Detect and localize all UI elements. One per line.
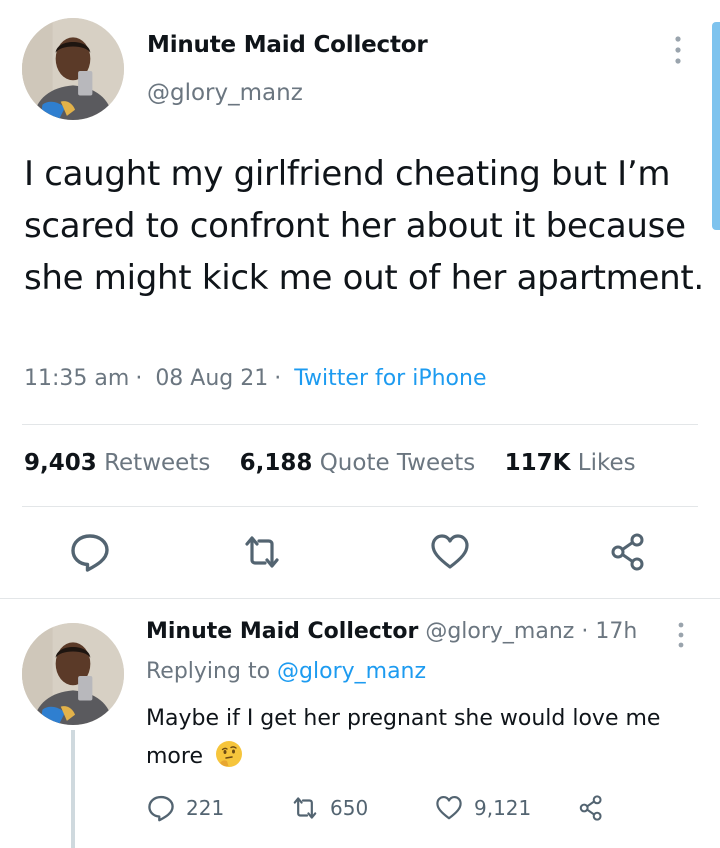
reply-retweet-action[interactable]: 650 [290,790,368,826]
quote-tweets-count[interactable]: 6,188 [240,450,313,476]
reply-share-action[interactable] [576,790,606,826]
reply-like-action[interactable]: 9,121 [434,790,531,826]
user-handle[interactable]: @glory_manz [147,80,303,106]
retweet-icon[interactable] [290,793,320,823]
reply-text: Maybe if I get her pregnant she would lo… [146,700,686,776]
tweet-date: 08 Aug 21 [155,366,269,391]
divider [0,598,720,599]
likes-label[interactable]: Likes [578,450,636,476]
reply-icon[interactable] [146,793,176,823]
more-options-icon[interactable] [668,34,688,66]
likes-count[interactable]: 117K [505,450,571,476]
meta-dot: · [274,366,282,391]
replying-to-handle[interactable]: @glory_manz [277,659,426,684]
tweet-text: I caught my girlfriend cheating but I’m … [24,154,704,298]
share-icon[interactable] [576,793,606,823]
share-icon[interactable] [606,530,650,574]
divider [22,506,698,507]
tweet-source-link[interactable]: Twitter for iPhone [294,366,486,391]
thinking-face-icon [214,739,244,769]
main-tweet: Minute Maid Collector @glory_manz I caug… [0,0,720,598]
tweet-time: 11:35 am [24,366,130,391]
reply-comment-action[interactable]: 221 [146,790,224,826]
reply-avatar[interactable] [22,623,124,725]
reply-timestamp[interactable]: 17h [595,619,637,644]
engagement-stats: 9,403 Retweets 6,188 Quote Tweets 117K L… [24,450,636,476]
more-options-icon[interactable] [672,621,690,649]
meta-dot: · [581,619,589,644]
quote-tweets-label[interactable]: Quote Tweets [320,450,476,476]
divider [22,424,698,425]
tweet-meta: 11:35 am · 08 Aug 21 · Twitter for iPhone [24,366,492,391]
reply-action-bar: 221 650 9,121 [146,790,706,826]
reply-icon[interactable] [68,530,112,574]
meta-dot: · [135,366,143,391]
profile-photo [22,18,124,120]
avatar[interactable] [22,18,124,120]
like-count: 9,121 [474,796,532,820]
like-icon[interactable] [428,530,472,574]
replying-to: Replying to @glory_manz [146,659,426,684]
reply-display-name[interactable]: Minute Maid Collector [146,619,418,644]
retweet-icon[interactable] [240,530,284,574]
retweet-count: 650 [330,796,369,820]
retweets-label[interactable]: Retweets [104,450,210,476]
reply-count: 221 [186,796,225,820]
reply-header: Minute Maid Collector @glory_manz · 17h [146,619,637,644]
tweet-action-bar [0,530,720,574]
retweets-count[interactable]: 9,403 [24,450,97,476]
like-icon[interactable] [434,793,464,823]
thread-line [71,730,75,848]
reply-user-handle[interactable]: @glory_manz [425,619,574,644]
profile-photo [22,623,124,725]
display-name[interactable]: Minute Maid Collector [147,32,428,58]
replying-to-label: Replying to [146,659,271,684]
